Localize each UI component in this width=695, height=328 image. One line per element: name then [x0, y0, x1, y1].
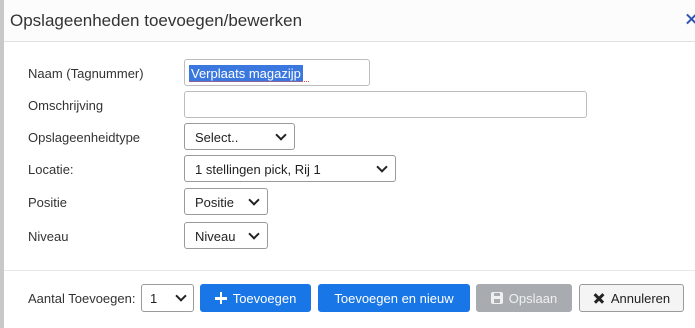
niveau-select[interactable]: Niveau — [184, 222, 268, 249]
footer-divider — [4, 270, 695, 271]
chevron-down-icon — [249, 196, 258, 205]
row-naam: Naam (Tagnummer) Verplaats magazijp — [4, 59, 695, 87]
close-icon[interactable] — [681, 11, 695, 29]
label-niveau: Niveau — [28, 229, 69, 244]
chevron-down-icon — [276, 131, 285, 140]
locatie-select[interactable]: 1 stellingen pick, Rij 1 — [184, 155, 396, 182]
niveau-select-value: Niveau — [195, 229, 236, 244]
label-naam: Naam (Tagnummer) — [28, 66, 144, 81]
cancel-button[interactable]: Annuleren — [579, 284, 684, 312]
add-and-new-button[interactable]: Toevoegen en nieuw — [318, 284, 470, 312]
chevron-down-icon — [176, 292, 185, 301]
label-omschrijving: Omschrijving — [28, 98, 104, 113]
add-and-new-button-label: Toevoegen en nieuw — [334, 290, 454, 306]
row-type: Opslageenheidtype Select.. — [4, 123, 695, 151]
cancel-button-label: Annuleren — [610, 290, 671, 306]
aantal-select[interactable]: 1 — [141, 284, 194, 312]
x-icon — [593, 292, 605, 304]
chevron-down-icon — [377, 163, 386, 172]
save-button-label: Opslaan — [508, 290, 558, 306]
label-type: Opslageenheidtype — [28, 130, 141, 145]
row-locatie: Locatie: 1 stellingen pick, Rij 1 — [4, 155, 695, 183]
type-select-value: Select.. — [195, 130, 239, 145]
dialog-title: Opslageenheden toevoegen/bewerken — [10, 11, 303, 30]
save-icon — [490, 292, 503, 304]
row-omschrijving: Omschrijving — [4, 91, 695, 119]
positie-select[interactable]: Positie — [184, 188, 268, 215]
omschrijving-input[interactable] — [184, 91, 587, 118]
aantal-select-value: 1 — [150, 291, 158, 306]
naam-input-value: Verplaats magazijp — [189, 65, 303, 82]
modal-dialog: Opslageenheden toevoegen/bewerken Naam (… — [4, 0, 695, 328]
save-button[interactable]: Opslaan — [476, 284, 572, 312]
row-niveau: Niveau Niveau — [4, 222, 695, 250]
add-button-label: Toevoegen — [232, 290, 297, 306]
positie-select-value: Positie — [195, 195, 235, 210]
label-locatie: Locatie: — [28, 162, 74, 177]
locatie-select-value: 1 stellingen pick, Rij 1 — [195, 162, 321, 177]
plus-icon — [214, 292, 227, 304]
naam-input[interactable]: Verplaats magazijp — [184, 59, 370, 86]
type-select[interactable]: Select.. — [184, 123, 295, 150]
add-button[interactable]: Toevoegen — [200, 284, 311, 312]
spellcheck-underline — [189, 81, 309, 82]
chevron-down-icon — [249, 230, 258, 239]
aantal-label: Aantal Toevoegen: — [28, 291, 136, 306]
dialog-header: Opslageenheden toevoegen/bewerken — [4, 0, 695, 42]
row-positie: Positie Positie — [4, 188, 695, 216]
label-positie: Positie — [28, 195, 68, 210]
